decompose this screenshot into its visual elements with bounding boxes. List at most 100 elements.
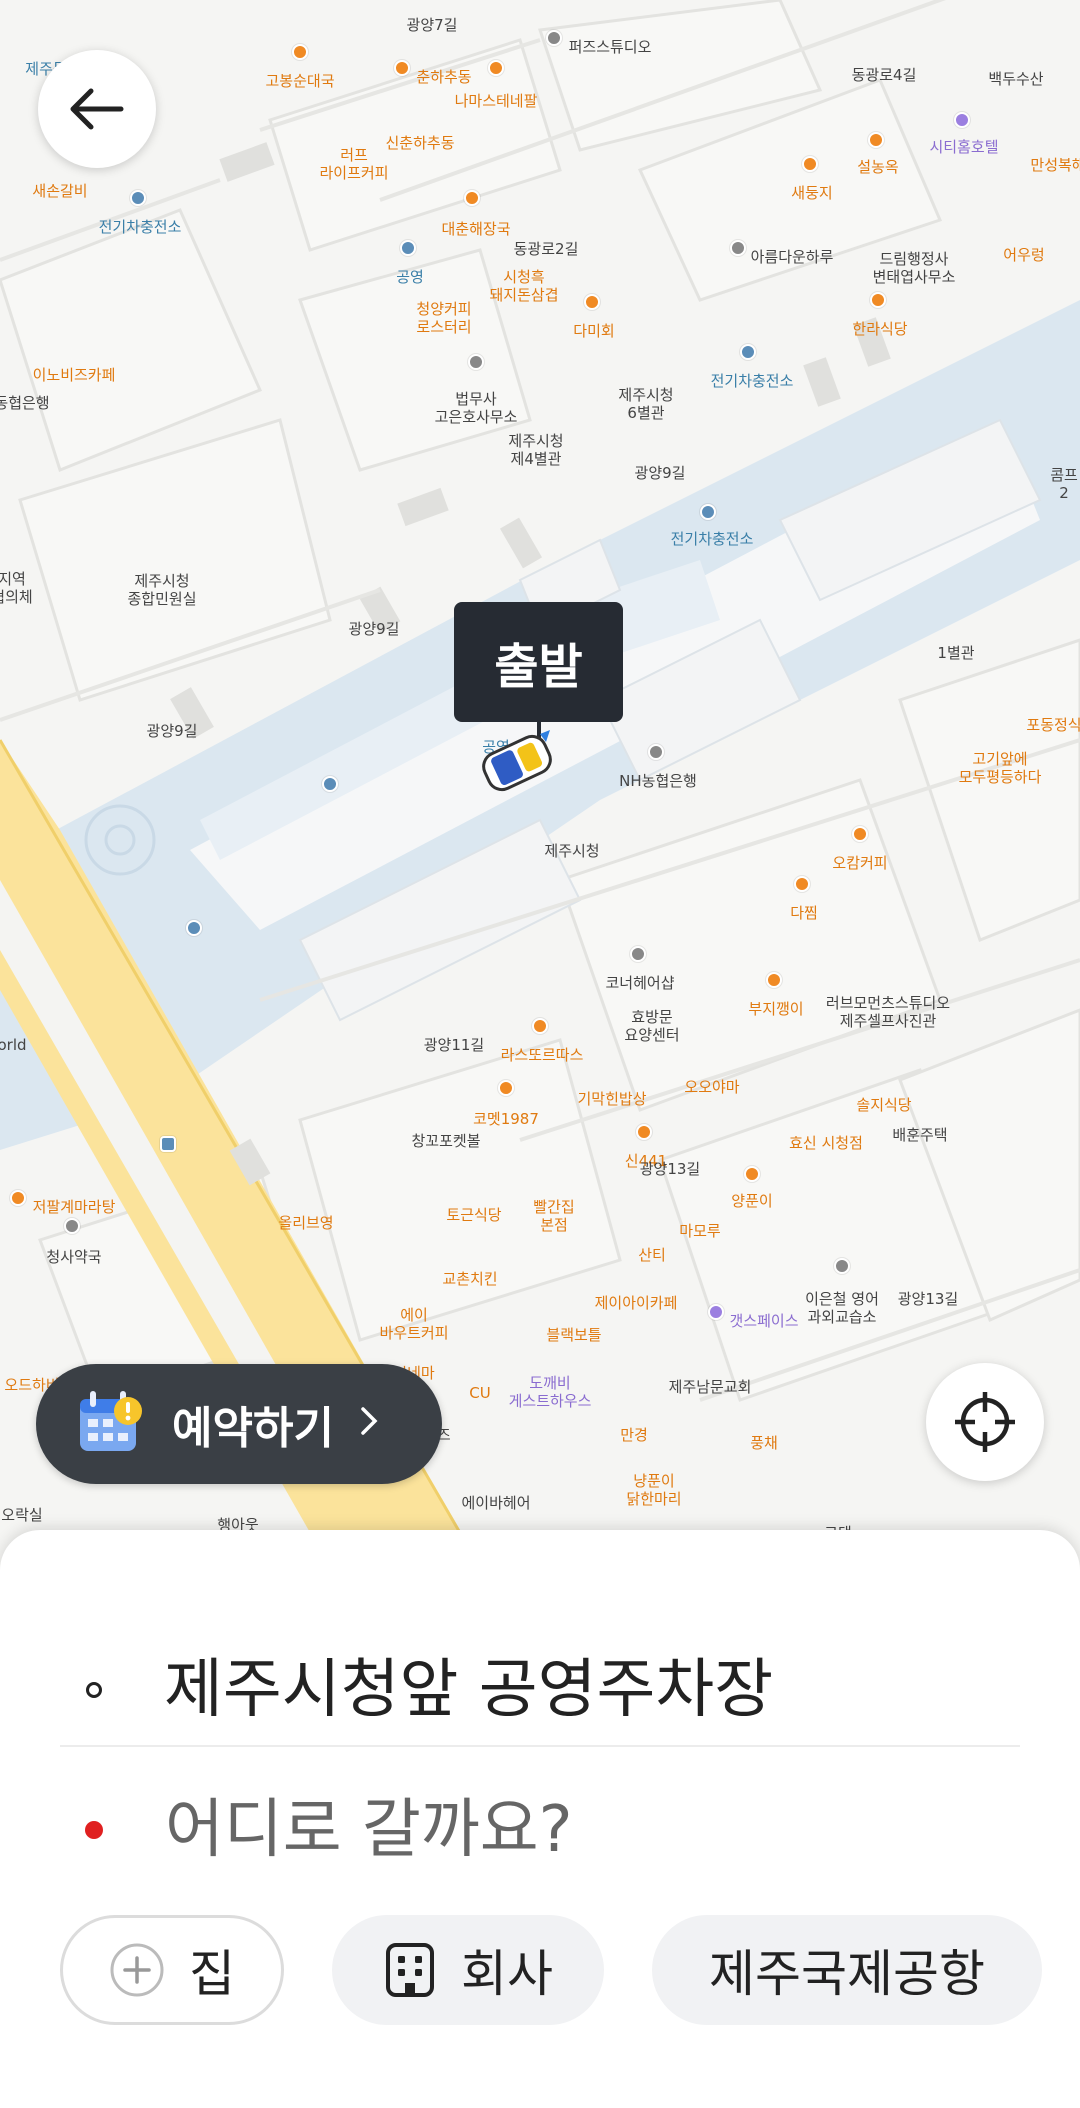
map-label: 광양13길 (639, 1160, 701, 1178)
map-label: 토근식당 (446, 1206, 502, 1224)
poi-marker (648, 744, 664, 760)
poi-marker (630, 946, 646, 962)
building-icon (383, 1941, 437, 1999)
back-button[interactable] (38, 50, 156, 168)
map-label: 다찜 (790, 904, 818, 922)
map-label: 빨간집 본점 (533, 1198, 575, 1234)
map-label: 백두수산 (988, 70, 1044, 88)
map-label: 아름다운하루 (750, 248, 834, 266)
map-label: 올리브영 (278, 1214, 334, 1232)
airport-label: 제주국제공항 (709, 1945, 985, 2003)
map-label: orld (0, 1036, 27, 1054)
poi-marker (394, 60, 410, 76)
map-label: 제주시청 종합민원실 (127, 572, 197, 608)
current-location-button[interactable] (926, 1363, 1044, 1481)
map-label: 효방문 요양센터 (624, 1008, 680, 1044)
destination-field[interactable]: 어디로 갈까요? (60, 1770, 1020, 1890)
poi-marker (740, 344, 756, 360)
work-shortcut-button[interactable]: 회사 (332, 1915, 604, 2025)
poi-marker (730, 240, 746, 256)
map-label: 에이 바우트커피 (379, 1306, 449, 1342)
work-label: 회사 (461, 1945, 553, 2003)
map-label: 춘하추동 (416, 68, 472, 86)
map-label: 새둥지 (791, 184, 833, 202)
home-shortcut-button[interactable]: 집 (60, 1915, 284, 2025)
map-label: 광양7길 (406, 16, 458, 34)
map-label: 제주시청 제4별관 (508, 432, 564, 468)
map-view[interactable]: 퍼즈스튜디오 백두수산 춘하추동 나마스테네팔 고봉순대국 제주동 러프 라이프커피 신춘하추… (0, 0, 1080, 1550)
map-label: 이노비즈카페 (32, 366, 116, 384)
map-label: 포동정식 (1026, 716, 1080, 734)
poi-marker (130, 190, 146, 206)
poi-marker (766, 972, 782, 988)
poi-marker (700, 504, 716, 520)
poi-marker (64, 1218, 80, 1234)
map-label: 지역 협의체 (0, 570, 33, 606)
poi-marker (186, 920, 202, 936)
map-label: 라스또르따스 (500, 1046, 584, 1064)
map-label: 러프 라이프커피 (319, 146, 389, 182)
map-label: 만경 (620, 1426, 648, 1444)
poi-marker (292, 44, 308, 60)
map-label: 교촌치킨 (442, 1270, 498, 1288)
map-label: 제주시청 6별관 (618, 386, 674, 422)
map-label: 창꼬포켓볼 (411, 1132, 481, 1150)
map-label: 효신 시청점 (789, 1134, 863, 1152)
poi-marker (322, 776, 338, 792)
poi-marker (744, 1166, 760, 1182)
map-label: 드림행정사 변태엽사무소 (872, 250, 956, 286)
airport-shortcut-button[interactable]: 제주국제공항 (652, 1915, 1042, 2025)
poi-marker (468, 354, 484, 370)
poi-marker (464, 190, 480, 206)
poi-marker (636, 1124, 652, 1140)
poi-marker (868, 132, 884, 148)
map-label: 시티홈호텔 (929, 138, 999, 156)
poi-marker (498, 1080, 514, 1096)
map-label: 도깨비 게스트하우스 (508, 1374, 592, 1410)
car-icon (476, 730, 558, 800)
plus-icon (109, 1942, 165, 1998)
poi-marker (794, 876, 810, 892)
map-label: 다미회 (573, 322, 615, 340)
departure-marker-label: 출발 (454, 602, 623, 722)
poi-marker (834, 1258, 850, 1274)
map-label: 대춘해장국 (441, 220, 511, 238)
map-label: 만성복해 (1030, 156, 1080, 174)
map-label: 콤프 2 (1050, 466, 1078, 502)
map-label: 1별관 (937, 644, 975, 662)
origin-field[interactable]: 제주시청앞 공영주차장 (60, 1630, 1020, 1750)
poi-marker (802, 156, 818, 172)
map-label: 법무사 고은호사무소 (434, 390, 518, 426)
map-label: 동광로2길 (513, 240, 579, 258)
map-label: 전기차충전소 (98, 218, 182, 236)
map-label: 오락실 (1, 1506, 43, 1524)
calendar-icon (76, 1389, 144, 1459)
poi-marker (584, 294, 600, 310)
map-label: 공영 (396, 268, 424, 286)
map-label: 배훈주택 (892, 1126, 948, 1144)
map-label: 산티 (638, 1246, 666, 1264)
origin-text: 제주시청앞 공영주차장 (164, 1653, 774, 1727)
map-label: 광양9길 (146, 722, 198, 740)
map-label: 광양11길 (423, 1036, 485, 1054)
map-label: 이은철 영어 과외교습소 (805, 1290, 879, 1326)
map-label: 솔지식당 (856, 1096, 912, 1114)
map-label: 새손갈비 (32, 182, 88, 200)
destination-dot-icon (85, 1821, 103, 1839)
map-label: 기막힌밥상 (577, 1090, 647, 1108)
map-label: 제이아이카페 (594, 1294, 678, 1312)
map-label: 양푼이 (731, 1192, 773, 1210)
poi-marker (400, 240, 416, 256)
locate-crosshair-icon (955, 1392, 1015, 1452)
map-label: 갯스페이스 (729, 1312, 799, 1330)
map-label: 제주남문교회 (668, 1378, 752, 1396)
map-label: 퍼즈스튜디오 (568, 38, 652, 56)
reserve-button[interactable]: 예약하기 (36, 1364, 442, 1484)
map-label: 고봉순대국 (265, 72, 335, 90)
map-label: 어우렁 (1003, 246, 1045, 264)
map-label: 광양9길 (634, 464, 686, 482)
map-label: 시청흑 돼지돈삼겹 (489, 268, 559, 304)
map-label: 코너헤어샵 (605, 974, 675, 992)
map-label: 오캄커피 (832, 854, 888, 872)
map-label: 광양13길 (897, 1290, 959, 1308)
